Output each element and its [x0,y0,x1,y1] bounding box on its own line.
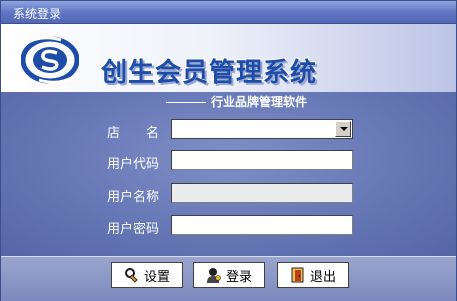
exit-button[interactable]: 退出 [277,262,349,288]
exit-button-label: 退出 [309,269,336,285]
password-input[interactable] [171,215,353,235]
brand-logo-icon [21,36,79,84]
header-banner: 创生会员管理系统 [1,24,456,92]
app-title: 创生会员管理系统 [101,58,318,88]
title-bar[interactable]: 系统登录 [1,1,456,24]
password-label: 用户密码 [107,222,160,237]
user-login-icon [206,268,221,283]
login-window: 系统登录 创生会员管理系统 行业品牌管理软件 店 名 用户代码 用户名称 用户密… [0,0,457,301]
store-row: 店 名 [1,119,456,141]
window-title: 系统登录 [13,7,62,21]
user-name-label: 用户名称 [107,190,160,205]
chevron-down-icon[interactable] [335,121,351,137]
user-code-label: 用户代码 [107,157,160,172]
password-row: 用户密码 [1,215,456,237]
exit-door-icon [291,267,304,283]
login-form-panel: 行业品牌管理软件 店 名 用户代码 用户名称 用户密码 [1,92,456,256]
settings-icon [124,268,138,283]
subtitle-dash [166,102,206,103]
login-button[interactable]: 登录 [193,262,265,288]
settings-button[interactable]: 设置 [111,262,183,288]
store-select[interactable] [171,119,353,139]
settings-button-label: 设置 [143,269,170,285]
button-bar: 设置 登录 退出 [1,256,456,301]
user-name-field[interactable] [171,183,353,203]
user-name-row: 用户名称 [1,183,456,205]
user-code-input[interactable] [171,150,353,170]
store-label: 店 名 [107,126,160,141]
app-subtitle: 行业品牌管理软件 [211,95,308,109]
login-button-label: 登录 [225,269,252,285]
user-code-row: 用户代码 [1,150,456,172]
